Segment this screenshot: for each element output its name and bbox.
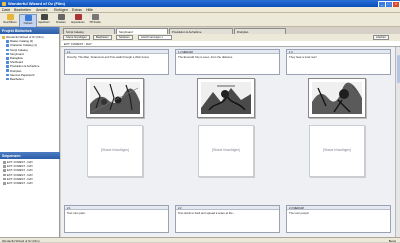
- folder-icon: [6, 44, 9, 47]
- status-left: Wonderful Wizard of Oz (Film): [2, 238, 40, 243]
- project-icon: [2, 35, 5, 39]
- tiff-studio-button[interactable]: Tiff Studio: [87, 14, 103, 26]
- placeholder-text: [Skizze hinzufügen]: [212, 148, 240, 152]
- shot-description[interactable]: The Lion jumps!: [287, 210, 390, 216]
- shot-card[interactable]: 1.3 They hear a loud roar!: [286, 49, 391, 75]
- sort-button[interactable]: Sortieren: [116, 35, 133, 40]
- toolbar-label: Tiff Studio: [89, 20, 101, 24]
- folder-icon: [6, 56, 9, 60]
- folder-icon: [6, 52, 9, 56]
- placeholder-text: [Skizze hinzufügen]: [323, 148, 351, 152]
- shot-card[interactable]: 2.3 MEDIUM The Lion jumps!: [286, 205, 391, 233]
- view-dropdown[interactable]: Ansicht anzeigen ▾: [138, 35, 172, 40]
- menu-item[interactable]: Extras: [72, 8, 82, 12]
- tree-item[interactable]: Bearbeiten: [1, 77, 58, 81]
- arrange-icon: [24, 15, 32, 21]
- print-button[interactable]: Drucken: [53, 14, 69, 26]
- toolbar-label: Ordnen: [23, 21, 33, 25]
- toolbar-label: Drucken: [56, 20, 66, 24]
- shot-card[interactable]: 2.1 Toto runs past.: [64, 205, 169, 233]
- folder-icon: [6, 61, 9, 64]
- shot-description[interactable]: Toto runs past.: [65, 210, 168, 216]
- delete-button[interactable]: Löschen: [373, 35, 389, 40]
- folder-icon: [6, 73, 9, 77]
- view-dropdown-value: Ansicht anzeigen: [141, 36, 161, 39]
- sequence-panel: Sequenzen EXT. FOREST - DAY EXT. FOREST …: [0, 152, 60, 186]
- storyboard-area: Script Catalog Storyboard Produktion & A…: [61, 27, 400, 237]
- save-button[interactable]: Speichern: [36, 14, 52, 26]
- project-panel-title: Projekt Bibliothek: [0, 27, 59, 34]
- scene-icon: [3, 181, 6, 185]
- sketch-image: [312, 82, 362, 114]
- storyboard-sketch[interactable]: [308, 78, 366, 118]
- window-title: Wonderful Wizard of Oz (Film): [8, 1, 65, 6]
- menu-item[interactable]: Einfügen: [54, 8, 68, 12]
- open-button[interactable]: Neu/Öffnen: [2, 14, 18, 26]
- sequence-panel-title: Sequenzen: [0, 152, 60, 159]
- tiff-icon: [91, 14, 99, 20]
- shot-description[interactable]: Dorothy, The Man, Scarecrow and Toto wal…: [65, 54, 168, 60]
- storyboard-column: 1.2 MEDIUM The Emerald City is seen, fro…: [172, 47, 284, 237]
- project-tree: Wonderful Wizard of Oz (Film) Master Cat…: [0, 34, 59, 82]
- sequence-item-label: EXT. FOREST - DAY: [7, 180, 34, 185]
- vertical-scrollbar[interactable]: [395, 47, 400, 237]
- toolbar-label: Neu/Öffnen: [3, 20, 17, 24]
- menu-item[interactable]: Hilfe: [86, 8, 93, 12]
- arrange-button[interactable]: Ordnen: [19, 14, 37, 28]
- print-icon: [57, 14, 65, 20]
- sketch-image: [90, 82, 140, 114]
- left-panel: Projekt Bibliothek Wonderful Wizard of O…: [0, 27, 60, 237]
- menu-item[interactable]: Bearbeiten: [14, 8, 31, 12]
- storyboard-column: 1.3 They hear a loud roar! [Skizze hinzu…: [283, 47, 395, 237]
- tree-item-label: Bearbeiten: [10, 76, 24, 81]
- sketch-placeholder[interactable]: [Skizze hinzufügen]: [198, 125, 254, 177]
- storyboard-grid: 1.1 Dorothy, The Man, Scarecrow and Toto…: [61, 47, 400, 237]
- folder-icon: [6, 48, 9, 52]
- storyboard-sketch[interactable]: [197, 78, 255, 118]
- app-icon: [2, 1, 6, 6]
- folder-icon: [6, 65, 9, 68]
- folder-icon: [6, 14, 14, 20]
- menu-item[interactable]: Datei: [2, 8, 10, 12]
- folder-icon: [6, 40, 9, 43]
- folder-icon: [6, 69, 9, 73]
- shot-card[interactable]: 2.2 Toto starts to bark and spread a sca…: [175, 205, 280, 233]
- scene-icon: [3, 177, 6, 181]
- storyboard-column: 1.1 Dorothy, The Man, Scarecrow and Toto…: [61, 47, 173, 237]
- sketch-image: [201, 82, 251, 114]
- shot-description[interactable]: They hear a loud roar!: [287, 54, 390, 60]
- sketch-placeholder[interactable]: [Skizze hinzufügen]: [87, 125, 143, 177]
- add-scene-button[interactable]: Szene hinzufügen: [63, 35, 90, 40]
- status-bar: Wonderful Wizard of Oz (Film) Bereit: [0, 237, 400, 243]
- sequence-item[interactable]: EXT. FOREST - DAY: [1, 181, 59, 185]
- toolbar: Neu/Öffnen Ordnen Speichern Drucken Expo…: [0, 13, 400, 28]
- save-icon: [40, 14, 48, 20]
- edit-button[interactable]: Bearbeiten: [93, 35, 112, 40]
- folder-icon: [6, 77, 9, 81]
- scene-icon: [3, 169, 6, 172]
- status-right: Bereit: [388, 238, 396, 243]
- sketch-placeholder[interactable]: [Skizze hinzufügen]: [309, 125, 365, 177]
- shot-card[interactable]: 1.1 Dorothy, The Man, Scarecrow and Toto…: [64, 49, 169, 75]
- menu-item[interactable]: Ansicht: [36, 8, 47, 12]
- placeholder-text: [Skizze hinzufügen]: [101, 148, 129, 152]
- toolbar-label: Exportieren: [71, 20, 85, 24]
- scene-icon: [3, 165, 6, 168]
- shot-description[interactable]: The Emerald City is seen, from the dista…: [176, 54, 279, 60]
- chevron-down-icon: ▾: [161, 36, 163, 39]
- storyboard-sketch[interactable]: [86, 78, 144, 118]
- scene-icon: [3, 160, 6, 164]
- export-button[interactable]: Exportieren: [70, 14, 86, 26]
- export-icon: [74, 14, 82, 20]
- title-bar: Wonderful Wizard of Oz (Film) _ □ ×: [0, 0, 400, 8]
- scrollbar-thumb[interactable]: [396, 55, 400, 83]
- toolbar-label: Speichern: [38, 20, 50, 24]
- shot-description[interactable]: Toto starts to bark and spread a scare a…: [176, 210, 279, 216]
- shot-card[interactable]: 1.2 MEDIUM The Emerald City is seen, fro…: [175, 49, 280, 75]
- scene-icon: [3, 173, 6, 177]
